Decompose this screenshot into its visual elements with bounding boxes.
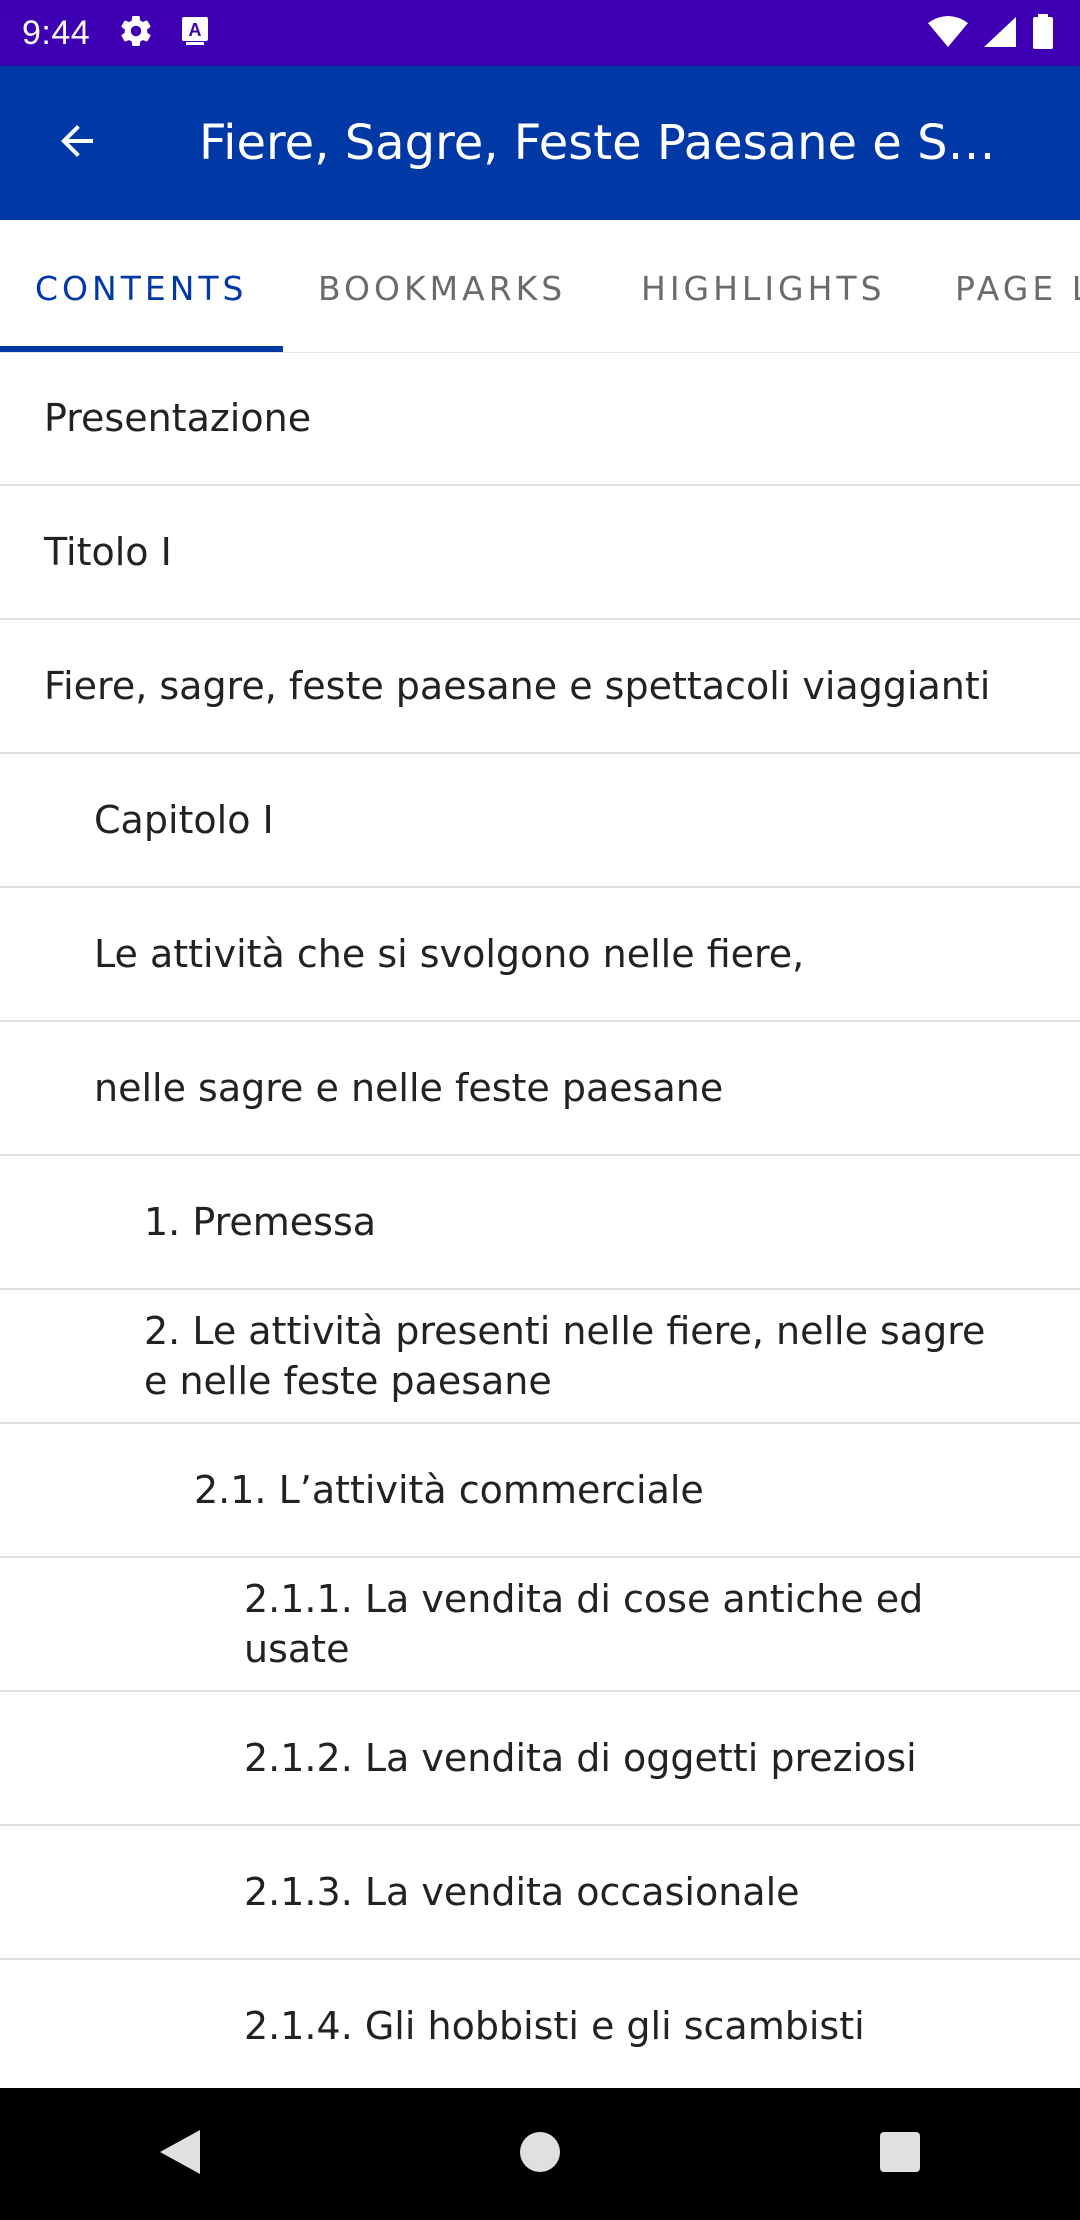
toc-item[interactable]: 2.1.2. La vendita di oggetti preziosi — [0, 1692, 1080, 1826]
toc-item[interactable]: Presentazione — [0, 352, 1080, 486]
svg-text:A: A — [189, 20, 202, 40]
toc-item[interactable]: 2.1.3. La vendita occasionale — [0, 1826, 1080, 1960]
toc-item-label: 1. Premessa — [144, 1200, 377, 1244]
toc-item[interactable]: Titolo I — [0, 486, 1080, 620]
toc-item-label: 2.1.4. Gli hobbisti e gli scambisti — [244, 2004, 865, 2048]
toc-item[interactable]: 2.1.4. Gli hobbisti e gli scambisti — [0, 1960, 1080, 2094]
toc-item-label: 2. Le attività presenti nelle fiere, nel… — [144, 1309, 986, 1403]
toc-item-label: 2.1. L’attività commerciale — [194, 1468, 704, 1512]
toc-item[interactable]: Le attività che si svolgono nelle fiere, — [0, 888, 1080, 1022]
toc-item[interactable]: nelle sagre e nelle feste paesane — [0, 1022, 1080, 1156]
toc-item[interactable]: 2.1. L’attività commerciale — [0, 1424, 1080, 1558]
toc-item-label: Capitolo I — [94, 798, 274, 842]
toc-item-label: 2.1.3. La vendita occasionale — [244, 1870, 800, 1914]
toc-item[interactable]: Capitolo I — [0, 754, 1080, 888]
signal-icon — [982, 15, 1018, 53]
battery-icon — [1032, 14, 1054, 54]
toc-item-label: Presentazione — [44, 396, 312, 440]
arrow-back-icon — [53, 117, 101, 169]
toc-item-label: Le attività che si svolgono nelle fiere, — [94, 932, 805, 976]
toc-item-label: 2.1.2. La vendita di oggetti preziosi — [244, 1736, 917, 1780]
status-time: 9:44 — [22, 13, 91, 52]
toc-item[interactable]: 2. Le attività presenti nelle fiere, nel… — [0, 1290, 1080, 1424]
toc-item-label: nelle sagre e nelle feste paesane — [94, 1066, 724, 1110]
tab-page-list[interactable]: PAGE L — [955, 220, 1080, 352]
nav-home-button[interactable] — [480, 2094, 600, 2214]
toc-item[interactable]: 1. Premessa — [0, 1156, 1080, 1290]
toc-list: Presentazione Titolo I Fiere, sagre, fes… — [0, 352, 1080, 2094]
toc-item[interactable]: 2.1.1. La vendita di cose antiche ed usa… — [0, 1558, 1080, 1692]
tab-bar: CONTENTS BOOKMARKS HIGHLIGHTS PAGE L — [0, 220, 1080, 353]
home-circle-icon — [518, 2130, 562, 2178]
toc-item-label: 2.1.1. La vendita di cose antiche ed usa… — [244, 1577, 924, 1671]
nav-back-button[interactable] — [120, 2094, 240, 2214]
page-title: Fiere, Sagre, Feste Paesane e S… — [199, 115, 996, 171]
tab-contents[interactable]: CONTENTS — [35, 220, 248, 352]
settings-icon — [118, 13, 154, 53]
system-nav-bar — [0, 2088, 1080, 2220]
toc-item[interactable]: Fiere, sagre, feste paesane e spettacoli… — [0, 620, 1080, 754]
tab-bookmarks[interactable]: BOOKMARKS — [318, 220, 566, 352]
recents-square-icon — [879, 2131, 921, 2177]
app-bar: Fiere, Sagre, Feste Paesane e S… — [0, 66, 1080, 220]
back-triangle-icon — [158, 2128, 202, 2180]
status-bar: 9:44 A — [0, 0, 1080, 66]
back-button[interactable] — [0, 66, 154, 220]
toc-item-label: Fiere, sagre, feste paesane e spettacoli… — [44, 664, 991, 708]
tab-highlights[interactable]: HIGHLIGHTS — [641, 220, 886, 352]
nav-recents-button[interactable] — [840, 2094, 960, 2214]
accessibility-a-icon: A — [180, 15, 210, 51]
wifi-icon — [928, 15, 968, 53]
toc-item-label: Titolo I — [44, 530, 172, 574]
